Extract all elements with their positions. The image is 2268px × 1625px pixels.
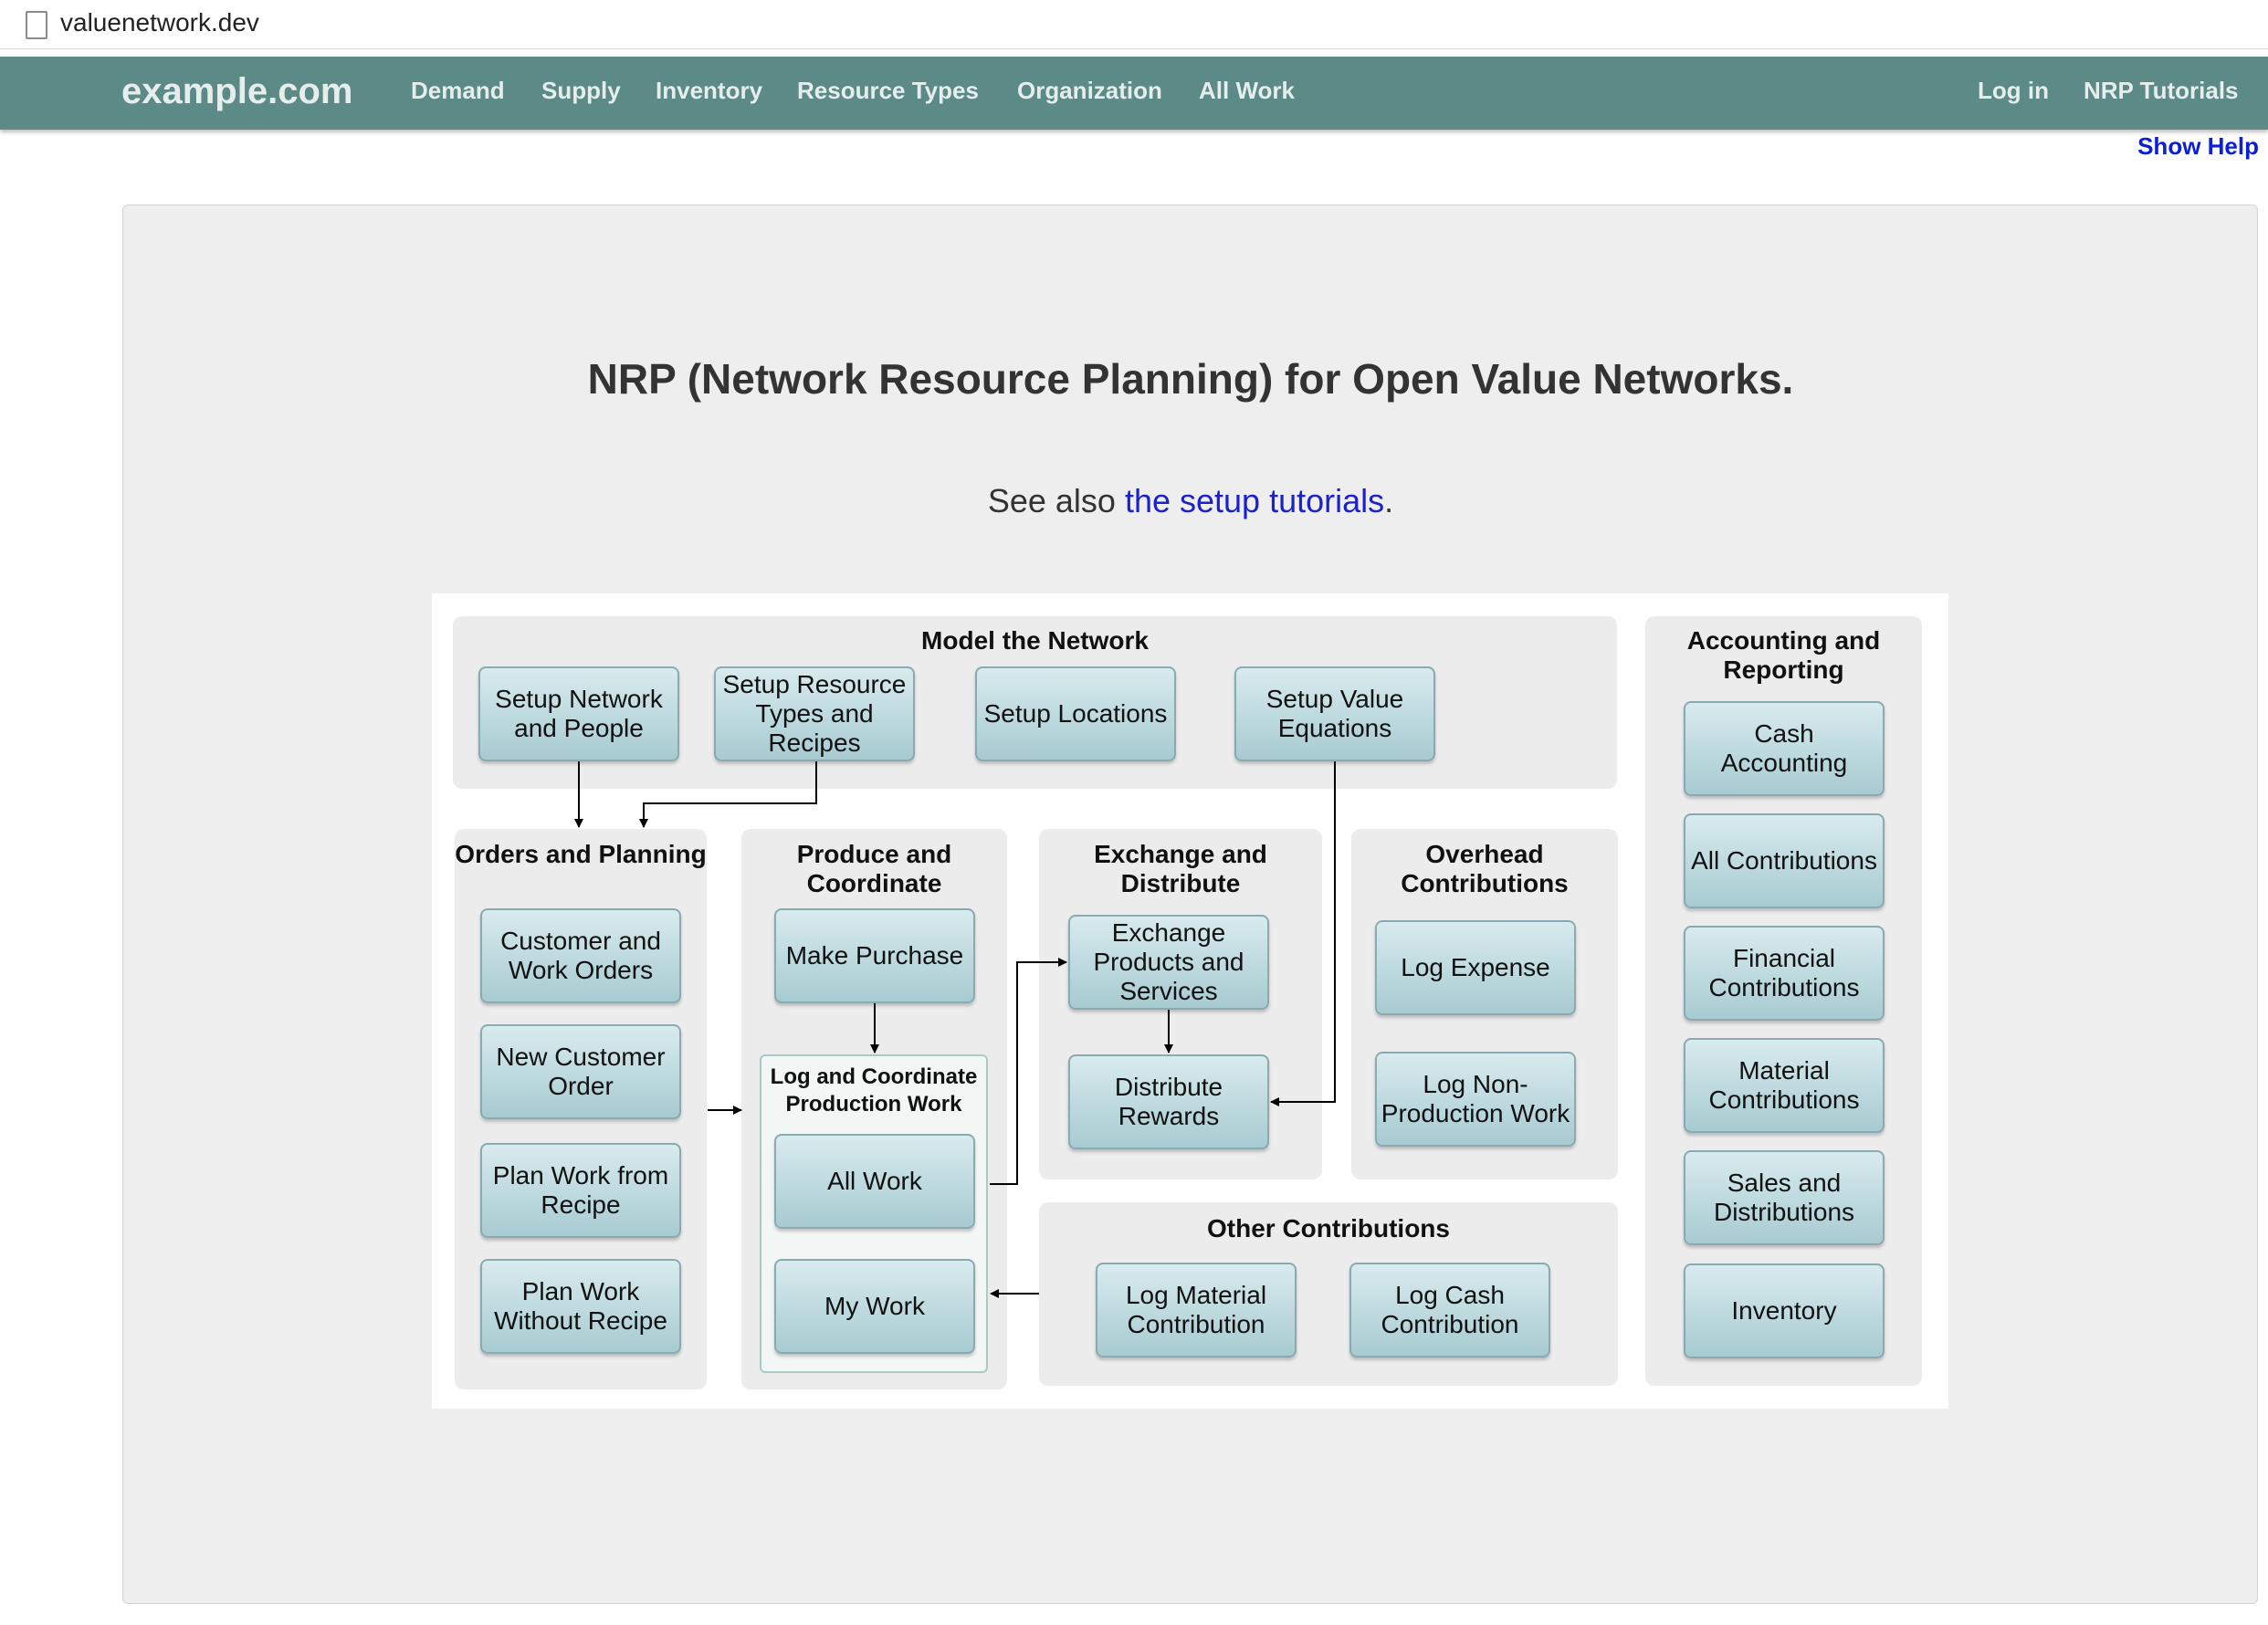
- setup-tutorials-link[interactable]: the setup tutorials: [1125, 482, 1384, 519]
- nav-log-in[interactable]: Log in: [1978, 77, 2049, 105]
- nav-demand[interactable]: Demand: [411, 77, 505, 105]
- nav-organization[interactable]: Organization: [1017, 77, 1162, 105]
- url-text[interactable]: valuenetwork.dev: [60, 8, 259, 37]
- nav-all-work[interactable]: All Work: [1199, 77, 1295, 105]
- top-navbar: example.com Demand Supply Inventory Reso…: [0, 57, 2268, 130]
- nav-inventory[interactable]: Inventory: [656, 77, 762, 105]
- nav-nrp-tutorials[interactable]: NRP Tutorials: [2084, 77, 2239, 105]
- arrow-resources-to-orders: [639, 761, 817, 828]
- page-title: NRP (Network Resource Planning) for Open…: [587, 355, 1794, 403]
- diagram-connectors: [574, 761, 1336, 1298]
- page-icon: [26, 11, 47, 39]
- nav-supply[interactable]: Supply: [541, 77, 621, 105]
- arrow-allwork-to-exchange: [990, 958, 1067, 1185]
- show-help-link[interactable]: Show Help: [2137, 132, 2259, 161]
- address-bar[interactable]: valuenetwork.dev: [0, 0, 2268, 49]
- see-also-text: See also the setup tutorials.: [0, 482, 2268, 520]
- see-also-prefix: See also: [987, 482, 1125, 519]
- nrp-diagram: Model the Network Setup Network and Peop…: [432, 593, 1948, 1409]
- arrow-value-equations-to-distribute: [1270, 761, 1336, 1106]
- brand-logo[interactable]: example.com: [121, 71, 352, 112]
- nav-resource-types[interactable]: Resource Types: [797, 77, 979, 105]
- see-also-suffix: .: [1384, 482, 1394, 519]
